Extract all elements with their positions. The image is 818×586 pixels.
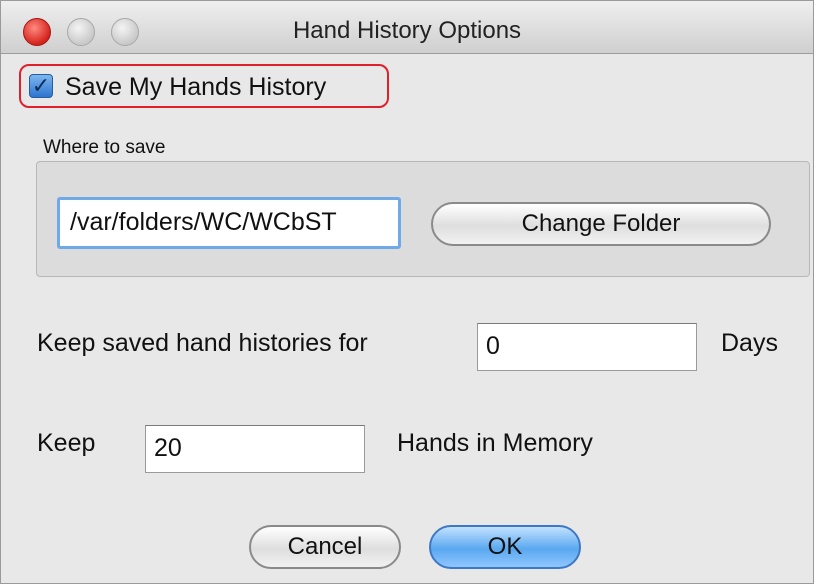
hands-in-memory-field[interactable]: 20: [145, 425, 365, 473]
cancel-button[interactable]: Cancel: [249, 525, 401, 569]
ok-button[interactable]: OK: [429, 525, 581, 569]
days-unit-label: Days: [721, 329, 778, 357]
save-path-field[interactable]: /var/folders/WC/WCbST: [57, 197, 401, 249]
keep-days-label: Keep saved hand histories for: [37, 329, 368, 357]
hands-in-memory-label: Hands in Memory: [397, 429, 593, 457]
where-to-save-label: Where to save: [43, 137, 166, 158]
checkmark-icon: ✓: [31, 73, 51, 98]
save-history-highlight: ✓ Save My Hands History: [19, 64, 389, 108]
window-title: Hand History Options: [292, 17, 522, 44]
keep-days-field[interactable]: 0: [477, 323, 697, 371]
keep-hands-label: Keep: [37, 429, 96, 457]
save-history-checkbox[interactable]: ✓: [29, 74, 53, 98]
dialog-window: Hand History Options ✓ Save My Hands His…: [0, 0, 814, 584]
save-history-label[interactable]: Save My Hands History: [65, 73, 326, 102]
change-folder-button[interactable]: Change Folder: [431, 202, 771, 246]
title-bar: Hand History Options: [1, 1, 813, 54]
